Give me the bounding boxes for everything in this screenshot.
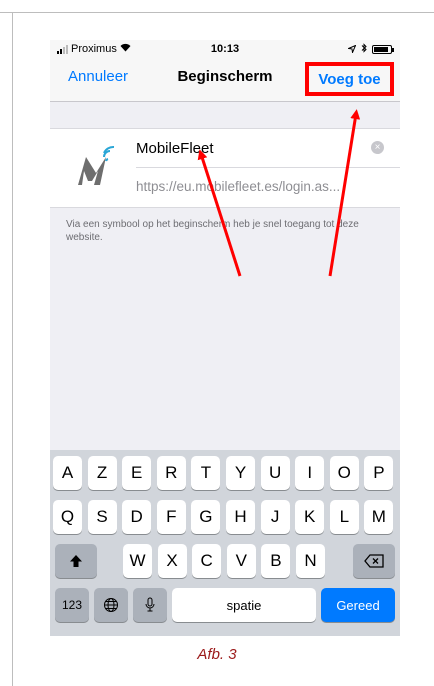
keyboard: AZERTYUIOP QSDFGHJKLM WXCVBN 123 spatie … <box>50 450 400 636</box>
bluetooth-icon <box>361 43 367 56</box>
keyboard-row-2: QSDFGHJKLM <box>50 500 400 534</box>
key-f[interactable]: F <box>156 500 186 534</box>
backspace-icon[interactable] <box>353 544 395 578</box>
microphone-icon[interactable] <box>133 588 167 622</box>
url-text: https://eu.mobilefleet.es/login.as... <box>136 179 341 194</box>
key-m[interactable]: M <box>364 500 394 534</box>
space-key[interactable]: spatie <box>172 588 316 622</box>
key-g[interactable]: G <box>191 500 221 534</box>
key-p[interactable]: P <box>364 456 394 490</box>
key-z[interactable]: Z <box>87 456 117 490</box>
key-l[interactable]: L <box>329 500 359 534</box>
status-right <box>346 43 394 56</box>
figure-caption: Afb. 3 <box>197 646 237 663</box>
numbers-key[interactable]: 123 <box>55 588 89 622</box>
key-w[interactable]: W <box>123 544 152 578</box>
key-t[interactable]: T <box>191 456 221 490</box>
battery-level <box>374 47 389 52</box>
battery-icon <box>372 45 394 54</box>
key-s[interactable]: S <box>87 500 117 534</box>
cancel-button[interactable]: Annuleer <box>68 68 128 85</box>
key-x[interactable]: X <box>157 544 187 578</box>
document-left-rule <box>12 12 13 686</box>
key-n[interactable]: N <box>296 544 325 578</box>
key-a[interactable]: A <box>53 456 82 490</box>
key-u[interactable]: U <box>260 456 290 490</box>
phone-screen: Proximus 10:13 Annuleer Beginscherm Voeg… <box>50 40 400 636</box>
key-r[interactable]: R <box>156 456 186 490</box>
document-top-rule <box>0 12 434 13</box>
shift-icon[interactable] <box>55 544 97 578</box>
bookmark-form: × https://eu.mobilefleet.es/login.as... <box>50 128 400 208</box>
key-v[interactable]: V <box>226 544 256 578</box>
navigation-bar: Annuleer Beginscherm Voeg toe <box>50 58 400 102</box>
key-k[interactable]: K <box>295 500 325 534</box>
globe-icon[interactable] <box>94 588 128 622</box>
key-o[interactable]: O <box>329 456 359 490</box>
key-j[interactable]: J <box>260 500 290 534</box>
key-b[interactable]: B <box>261 544 291 578</box>
add-button[interactable]: Voeg toe <box>305 62 394 96</box>
status-bar: Proximus 10:13 <box>50 40 400 58</box>
key-e[interactable]: E <box>122 456 152 490</box>
keyboard-row-1: AZERTYUIOP <box>50 456 400 490</box>
clear-icon[interactable]: × <box>371 141 384 154</box>
key-y[interactable]: Y <box>226 456 255 490</box>
key-d[interactable]: D <box>122 500 152 534</box>
keyboard-row-3: WXCVBN <box>50 544 400 578</box>
key-q[interactable]: Q <box>53 500 82 534</box>
hint-text: Via een symbool op het beginscherm heb j… <box>66 219 359 243</box>
field-divider <box>136 167 400 168</box>
key-h[interactable]: H <box>226 500 255 534</box>
key-c[interactable]: C <box>192 544 222 578</box>
keyboard-row-4: 123 spatie Gereed <box>50 588 400 622</box>
app-logo-icon <box>66 139 126 199</box>
location-icon <box>346 44 357 56</box>
name-input[interactable] <box>136 129 394 167</box>
key-i[interactable]: I <box>295 456 325 490</box>
done-key[interactable]: Gereed <box>321 588 395 622</box>
